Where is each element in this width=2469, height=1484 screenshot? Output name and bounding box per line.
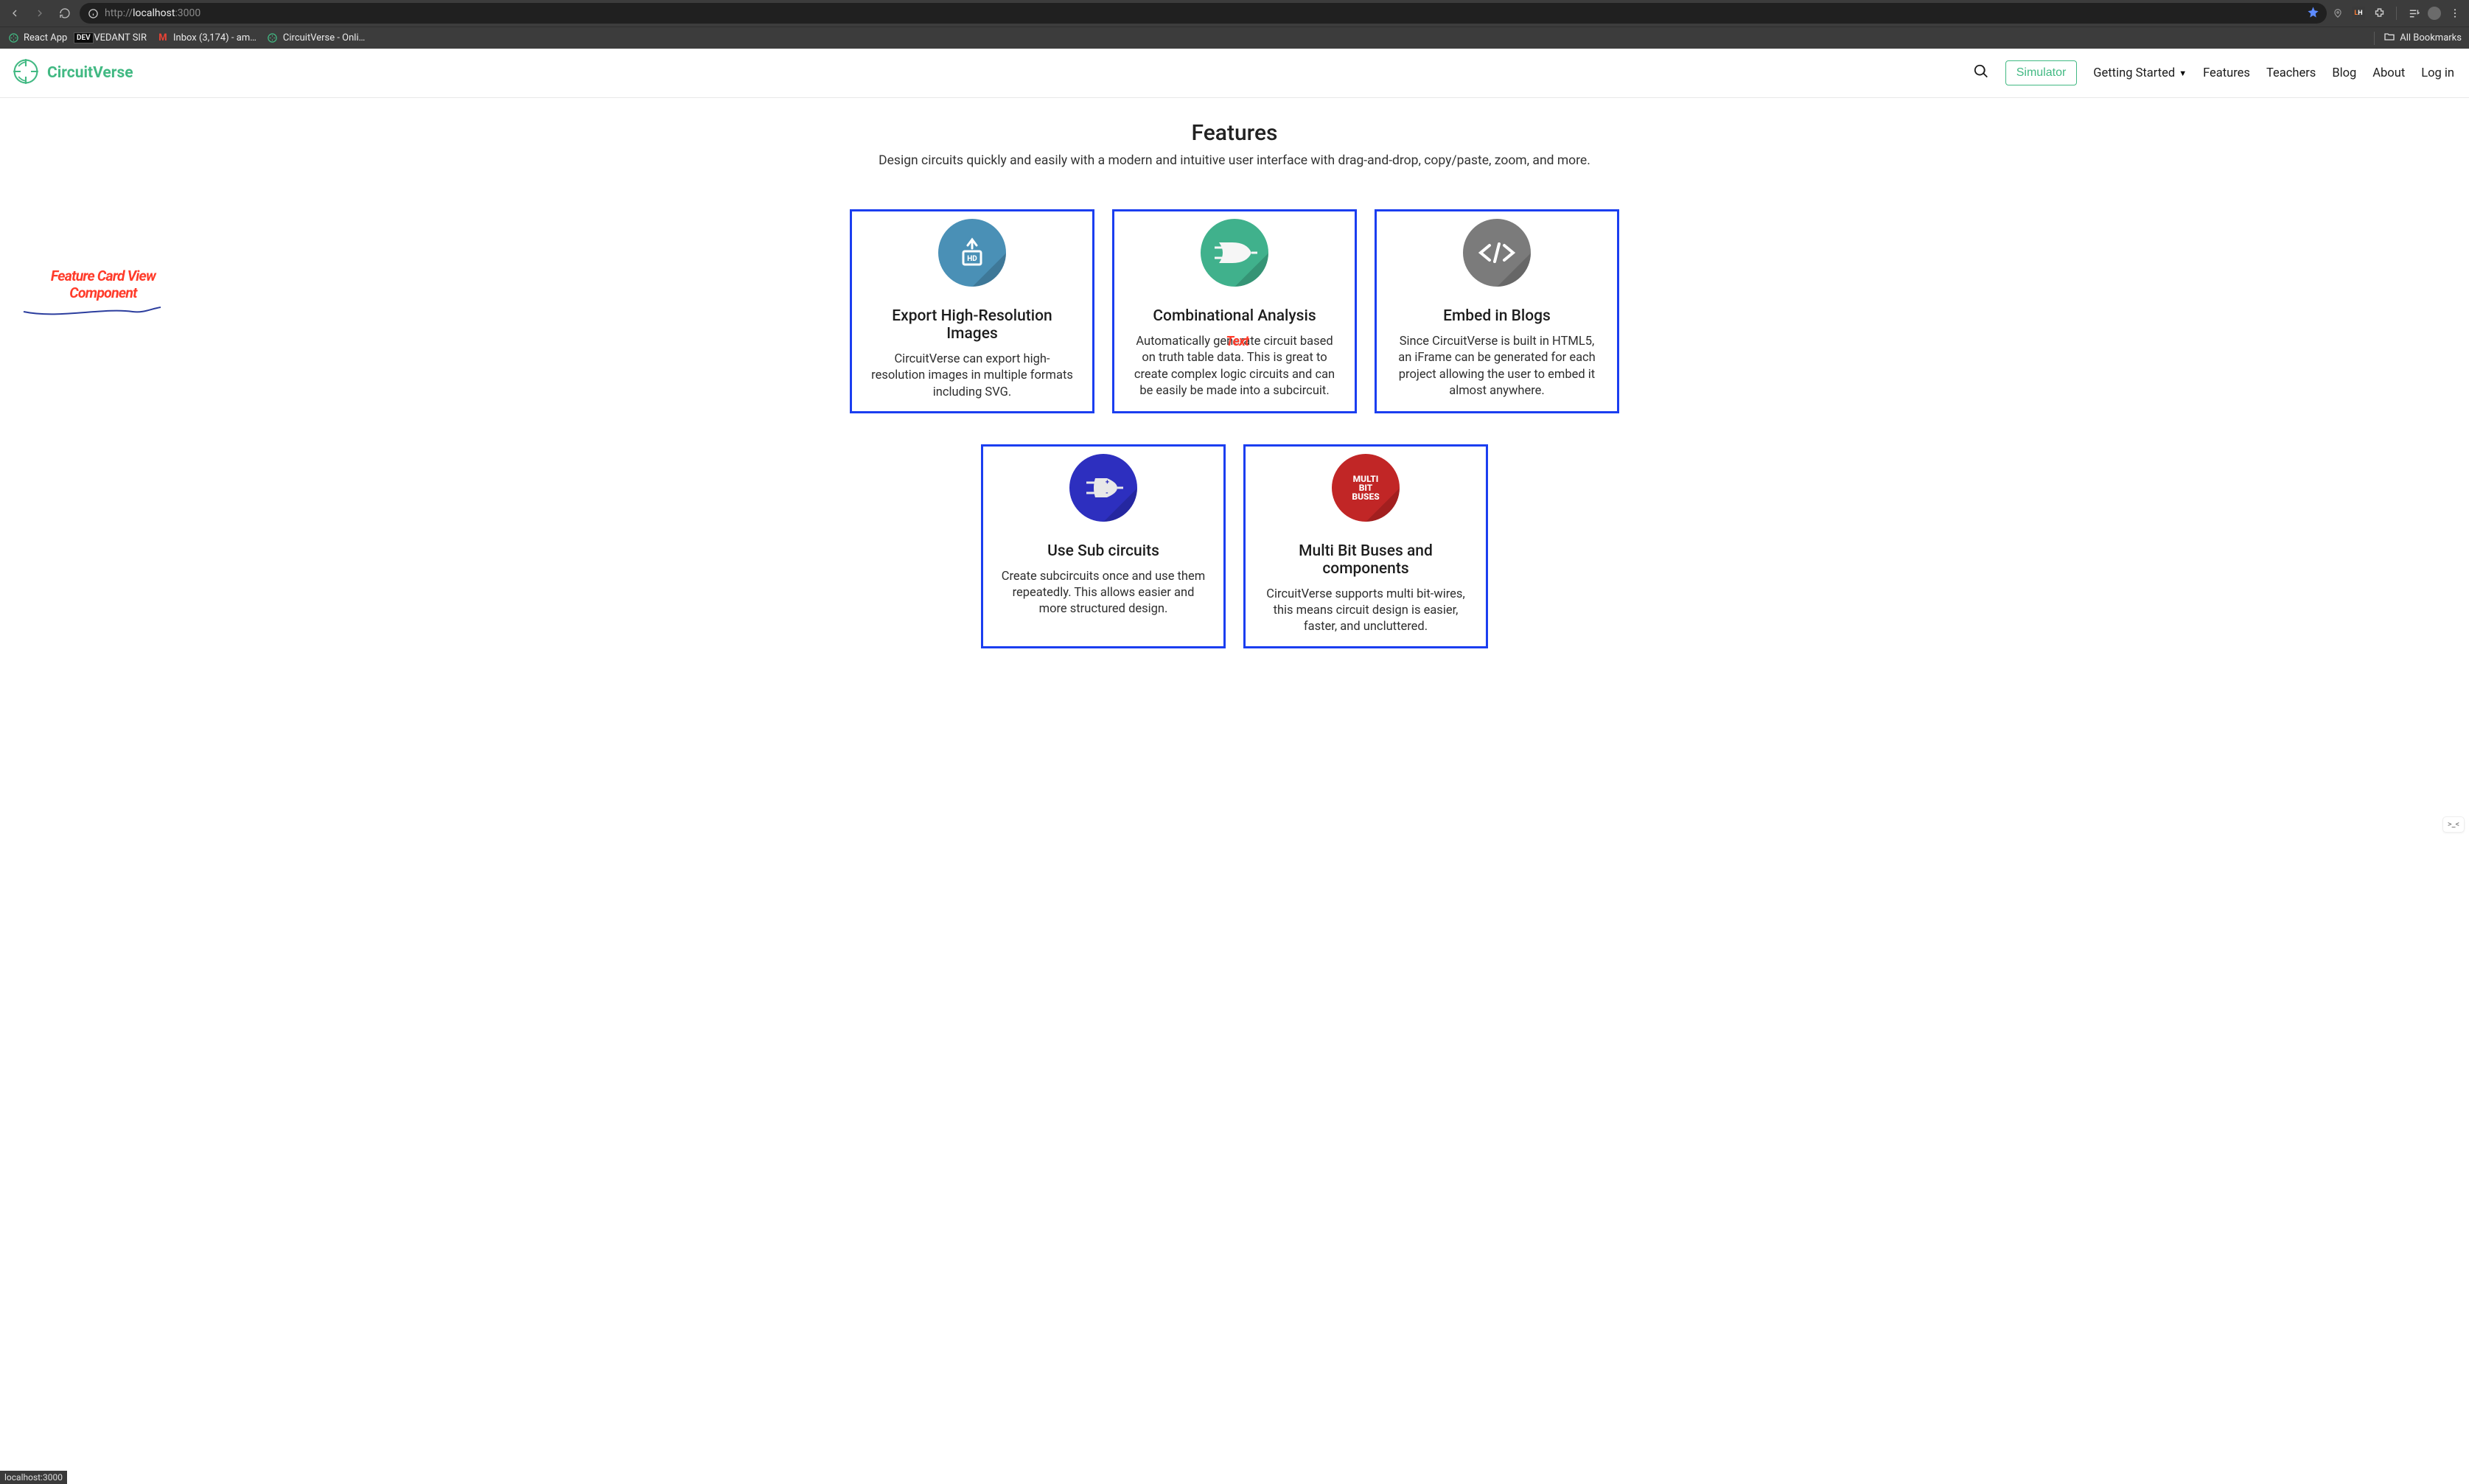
folder-icon <box>2384 31 2395 46</box>
nav-getting-started[interactable]: Getting Started ▼ <box>2093 66 2187 80</box>
circuitverse-favicon <box>267 32 279 44</box>
bookmark-label: CircuitVerse - Onli… <box>283 32 365 43</box>
feature-title: Export High-Resolution Images <box>868 307 1076 343</box>
feature-desc: CircuitVerse can export high-resolution … <box>868 351 1076 401</box>
url-text: http://localhost:3000 <box>105 7 2301 19</box>
location-pin-icon[interactable] <box>2331 7 2344 20</box>
feature-desc: Since CircuitVerse is built in HTML5, an… <box>1393 334 1601 399</box>
feature-title: Multi Bit Buses and components <box>1262 542 1470 578</box>
nav-label: Getting Started <box>2093 66 2175 80</box>
bookmark-item[interactable]: DEV VEDANT SIR <box>77 32 147 44</box>
extensions-icon[interactable] <box>2372 7 2386 20</box>
feature-desc: CircuitVerse supports multi bit-wires, t… <box>1262 587 1470 636</box>
site-logo[interactable]: CircuitVerse <box>10 56 133 90</box>
hd-export-icon: HD <box>938 219 1006 287</box>
bookmark-star-icon[interactable] <box>2307 6 2319 21</box>
code-embed-icon <box>1463 219 1531 287</box>
browser-forward-button[interactable] <box>29 3 50 24</box>
page-title: Features <box>0 120 2469 146</box>
subcircuit-icon: + - <box>1069 454 1137 522</box>
circuitverse-favicon <box>7 32 19 44</box>
bookmark-item[interactable]: M Inbox (3,174) - am… <box>157 32 256 44</box>
page-subtitle: Design circuits quickly and easily with … <box>0 153 2469 168</box>
browser-reload-button[interactable] <box>55 3 75 24</box>
feature-card: Embed in Blogs Since CircuitVerse is bui… <box>1375 209 1619 413</box>
svg-text:HD: HD <box>967 255 977 263</box>
feature-title: Embed in Blogs <box>1443 307 1551 325</box>
feature-card: HD Export High-Resolution Images Circuit… <box>850 209 1094 413</box>
or-gate-icon <box>1201 219 1268 287</box>
bookmark-label: Inbox (3,174) - am… <box>173 32 256 43</box>
search-icon[interactable] <box>1973 63 1989 83</box>
feature-title: Combinational Analysis <box>1153 307 1316 325</box>
caret-down-icon: ▼ <box>2179 69 2187 78</box>
svg-text:-: - <box>1106 490 1108 497</box>
separator <box>2396 7 2397 20</box>
logo-text: CircuitVerse <box>47 64 133 82</box>
separator <box>2374 32 2375 45</box>
logo-icon <box>10 56 41 90</box>
feature-card: MULTI BIT BUSES Multi Bit Buses and comp… <box>1243 444 1488 648</box>
nav-features[interactable]: Features <box>2203 66 2250 80</box>
bookmark-label: React App <box>24 32 67 43</box>
multi-bit-icon: MULTI BIT BUSES <box>1332 454 1400 522</box>
chrome-menu-icon[interactable] <box>2448 7 2462 20</box>
status-bar: localhost:3000 <box>0 1471 67 1484</box>
annotation-text-label: Text <box>1226 334 1249 349</box>
simulator-button[interactable]: Simulator <box>2005 60 2078 85</box>
feature-card: + - Use Sub circuits Create subcircuits … <box>981 444 1226 648</box>
annotation-underline <box>22 306 162 321</box>
feature-title: Use Sub circuits <box>1047 542 1159 560</box>
site-header: CircuitVerse Simulator Getting Started ▼… <box>0 49 2469 98</box>
bookmark-bar: React App DEV VEDANT SIR M Inbox (3,174)… <box>0 27 2469 49</box>
nav-teachers[interactable]: Teachers <box>2266 66 2316 80</box>
feature-desc: Create subcircuits once and use them rep… <box>999 569 1207 618</box>
svg-text:+: + <box>1106 479 1109 486</box>
browser-back-button[interactable] <box>4 3 25 24</box>
browser-url-bar[interactable]: http://localhost:3000 <box>80 3 2327 24</box>
annotation-label: Feature Card ViewComponent <box>22 267 184 302</box>
dev-favicon: DEV <box>77 32 89 44</box>
all-bookmarks-link[interactable]: All Bookmarks <box>2400 32 2462 43</box>
nav-blog[interactable]: Blog <box>2332 66 2356 80</box>
main-nav: Simulator Getting Started ▼ Features Tea… <box>1973 60 2454 85</box>
site-info-icon[interactable] <box>87 7 99 19</box>
bookmark-item[interactable]: React App <box>7 32 67 44</box>
bookmark-item[interactable]: CircuitVerse - Onli… <box>267 32 365 44</box>
feature-card: Combinational Analysis Automatically gen… <box>1112 209 1357 413</box>
nav-about[interactable]: About <box>2372 66 2405 80</box>
extension-badge[interactable]: LH <box>2352 7 2365 20</box>
profile-avatar[interactable] <box>2428 7 2441 20</box>
gmail-favicon: M <box>157 32 169 44</box>
nav-login[interactable]: Log in <box>2421 66 2454 80</box>
floating-pill[interactable]: >_< <box>2442 816 2465 833</box>
bookmark-label: VEDANT SIR <box>94 32 147 43</box>
media-controls-icon[interactable] <box>2407 7 2420 20</box>
